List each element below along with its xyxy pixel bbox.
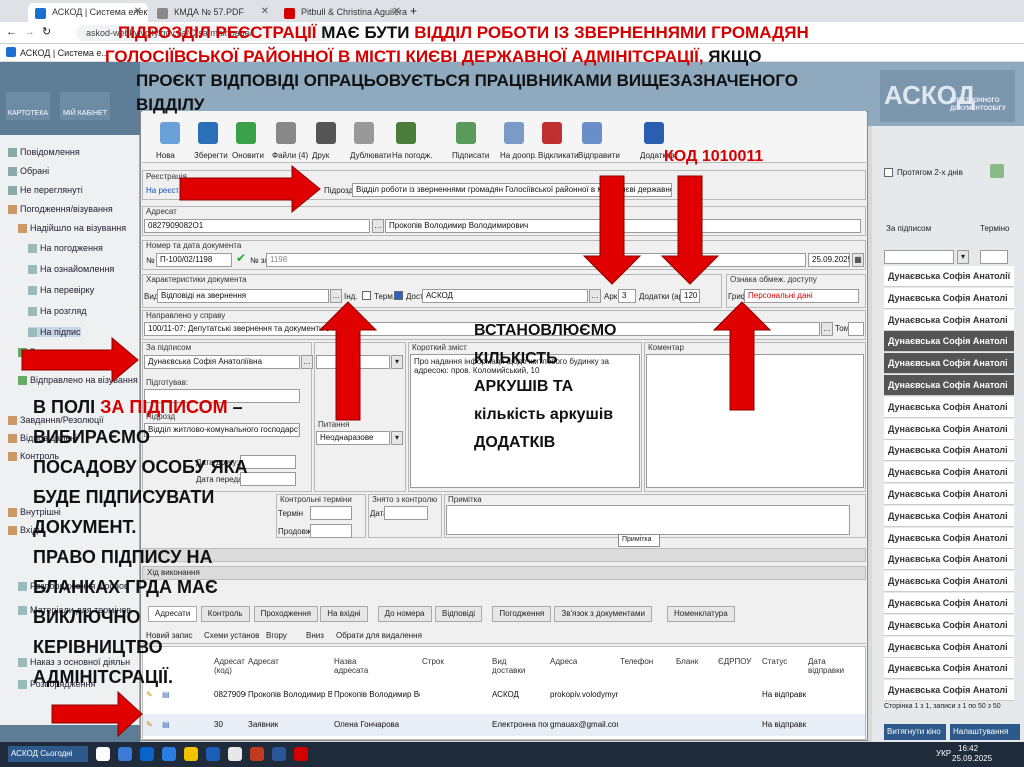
arrow-right-dept	[179, 164, 321, 214]
arrow-right-table	[51, 690, 143, 738]
title-line-1: ПІДРОЗДІЛ РЕЄСТРАЦІЇ МАЄ БУТИ ВІДДІЛ РОБ…	[118, 23, 809, 42]
arrow-up-middle	[318, 301, 378, 421]
arrow-up-grif	[712, 301, 772, 411]
signer-annotation: В ПОЛІ ЗА ПІДПИСОМ – ВИБИРАЄМО ПОСАДОВУ …	[33, 397, 248, 687]
sheets-annotation: ВСТАНОВЛЮЄМО КІЛЬКІСТЬ АРКУШІВ ТА кількі…	[474, 322, 617, 451]
title-line-4: ВІДДІЛУ	[136, 95, 205, 114]
title-line-3: ПРОЄКТ ВІДПОВІДІ ОПРАЦЬОВУЄТЬСЯ ПРАЦІВНИ…	[136, 71, 798, 90]
arrow-down-attachments	[660, 175, 720, 285]
arrow-right-signer	[21, 336, 139, 384]
code-annotation: КОД 1010011	[664, 148, 764, 165]
arrow-down-sheets	[582, 175, 642, 285]
title-line-2: ГОЛОСІЇВСЬКОЇ РАЙОННОЇ В МІСТІ КИЄВІ ДЕР…	[105, 47, 762, 66]
